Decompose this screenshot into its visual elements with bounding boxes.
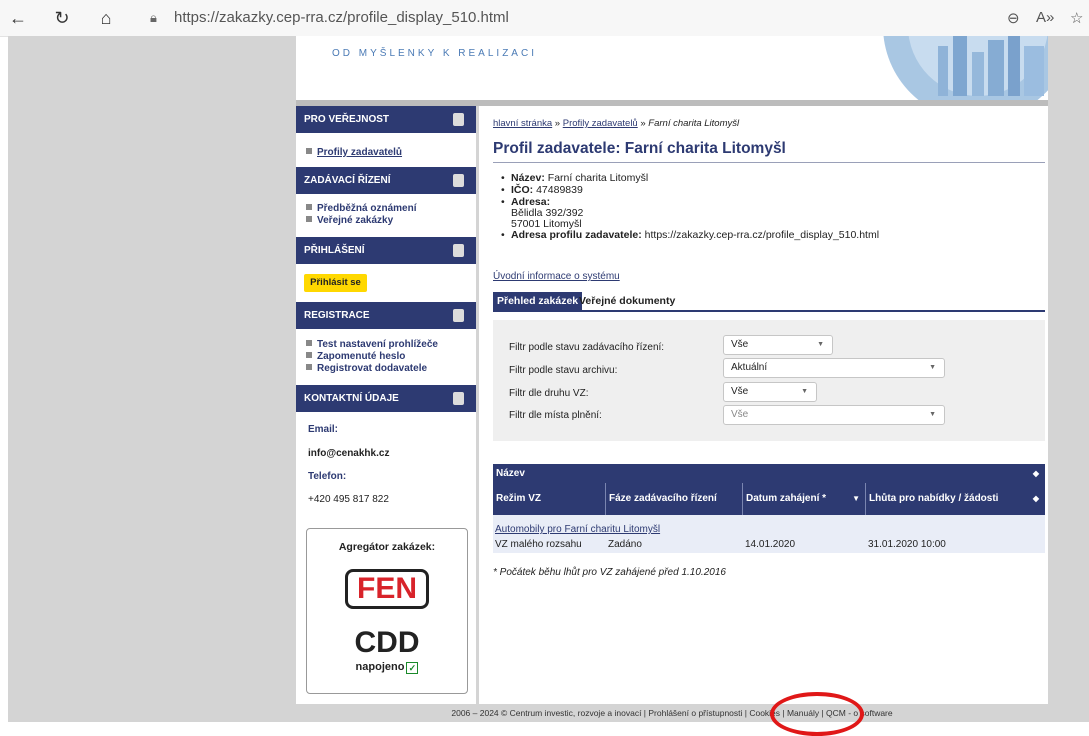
table-header-name[interactable]: Název ◆	[493, 464, 1045, 483]
back-icon[interactable]: ←	[8, 8, 28, 28]
filter-stav-rizeni-select[interactable]: Vše ▼	[723, 335, 833, 355]
filter-druh-vz-select[interactable]: Vše ▼	[723, 382, 817, 402]
cell-faze: Zadáno	[608, 539, 642, 550]
col-lhuta[interactable]: Lhůta pro nabídky / žádosti ◆	[865, 483, 1045, 515]
browser-toolbar: ← ↻ ⌂ 🔒︎ https://zakazky.cep-rra.cz/prof…	[0, 0, 1089, 37]
sidebar-section-registrace: REGISTRACE	[296, 302, 476, 329]
header-banner-image	[883, 36, 1048, 100]
cdd-napojeno: napojeno ✓	[307, 661, 467, 674]
breadcrumb: hlavní stránka » Profily zadavatelů » Fa…	[493, 118, 740, 129]
sidebar-item-profily[interactable]: Profily zadavatelů	[306, 147, 402, 158]
sidebar-section-prihlaseni: PŘIHLÁŠENÍ	[296, 237, 476, 264]
lock-icon	[453, 244, 464, 257]
sidebar-item-registrovat[interactable]: Registrovat dodavatele	[306, 363, 427, 374]
footnote: * Počátek běhu lhůt pro VZ zahájené před…	[493, 567, 726, 578]
table-row: Automobily pro Farní charitu Litomyšl VZ…	[493, 515, 1045, 553]
email-value: info@cenakhk.cz	[308, 448, 390, 459]
breadcrumb-profiles[interactable]: Profily zadavatelů	[563, 118, 638, 129]
tab-bar: Přehled zakázek Veřejné dokumenty	[493, 292, 1045, 312]
site-header: OD MYŠLENKY K REALIZACI	[296, 36, 1048, 100]
contact-icon	[453, 392, 464, 405]
url-text: https://zakazky.cep-rra.cz/profile_displ…	[174, 9, 509, 26]
favorite-star-icon[interactable]: ☆	[1070, 9, 1083, 27]
red-highlight-circle	[770, 692, 864, 736]
sort-icon[interactable]: ◆	[1033, 464, 1039, 483]
edit-icon	[453, 174, 464, 187]
page-footer[interactable]: 2006 – 2024 © Centrum investic, rozvoje …	[296, 708, 1048, 718]
chevron-down-icon: ▼	[929, 411, 936, 418]
sidebar-section-kontakt: KONTAKTNÍ ÚDAJE	[296, 385, 476, 412]
filter-panel: Filtr podle stavu zadávacího řízení: Vše…	[493, 320, 1045, 441]
fen-logo[interactable]: FEN	[345, 569, 429, 609]
filter-misto-plneni-select[interactable]: Vše ▼	[723, 405, 945, 425]
tab-verejne-dokumenty[interactable]: Veřejné dokumenty	[575, 292, 679, 310]
page-info-icon[interactable]: 🔒︎	[150, 6, 164, 30]
chevron-down-icon: ▼	[929, 364, 936, 371]
aggregator-box: Agregátor zakázek: FEN CDD napojeno ✓	[306, 528, 468, 694]
sidebar: PRO VEŘEJNOST Profily zadavatelů ZADÁVAC…	[296, 106, 476, 704]
sidebar-item-zapomenute[interactable]: Zapomenuté heslo	[306, 351, 405, 362]
cell-datum: 14.01.2020	[745, 539, 796, 550]
filter-label-stav-rizeni: Filtr podle stavu zadávacího řízení:	[509, 342, 665, 353]
sidebar-section-zadavaci: ZADÁVACÍ ŘÍZENÍ	[296, 167, 476, 194]
breadcrumb-current: Farní charita Litomyšl	[648, 118, 740, 129]
tab-prehled-zakazek[interactable]: Přehled zakázek	[493, 292, 583, 310]
aggregator-title: Agregátor zakázek:	[338, 541, 436, 553]
col-rezim-vz[interactable]: Režim VZ	[493, 483, 605, 515]
profile-ico: • IČO: 47489839	[501, 184, 583, 196]
cell-lhuta: 31.01.2020 10:00	[868, 539, 946, 550]
sidebar-section-verejnost: PRO VEŘEJNOST	[296, 106, 476, 133]
col-faze[interactable]: Fáze zadávacího řízení	[605, 483, 742, 515]
email-label: Email:	[308, 424, 339, 435]
sidebar-item-predbezna[interactable]: Předběžná oznámení	[306, 203, 416, 214]
chevron-down-icon: ▼	[817, 341, 824, 348]
filter-stav-archivu-select[interactable]: Aktuální ▼	[723, 358, 945, 378]
cdd-logo[interactable]: CDD	[307, 627, 467, 659]
address-bar[interactable]: 🔒︎ https://zakazky.cep-rra.cz/profile_di…	[150, 6, 1050, 30]
filter-label-druh-vz: Filtr dle druhu VZ:	[509, 388, 589, 399]
zoom-icon[interactable]: ⊖	[1007, 9, 1020, 27]
phone-value: +420 495 817 822	[308, 494, 389, 505]
read-aloud-icon[interactable]: A»	[1036, 9, 1054, 26]
cell-rezim: VZ malého rozsahu	[495, 539, 582, 550]
page-title: Profil zadavatele: Farní charita Litomyš…	[493, 140, 1045, 163]
sort-icon[interactable]: ◆	[1033, 483, 1039, 515]
register-icon	[453, 309, 464, 322]
filter-label-stav-archivu: Filtr podle stavu archivu:	[509, 365, 618, 376]
login-button[interactable]: Přihlásit se	[304, 274, 367, 292]
sidebar-item-test[interactable]: Test nastavení prohlížeče	[306, 339, 438, 350]
home-icon[interactable]: ⌂	[96, 8, 116, 28]
breadcrumb-home[interactable]: hlavní stránka	[493, 118, 552, 129]
profile-url: • Adresa profilu zadavatele: https://zaka…	[501, 229, 880, 241]
phone-label: Telefon:	[308, 471, 347, 482]
col-datum-zahajeni[interactable]: Datum zahájení * ▼	[742, 483, 865, 515]
users-icon	[453, 113, 464, 126]
sidebar-item-verejne-zakazky[interactable]: Veřejné zakázky	[306, 215, 393, 226]
filter-label-misto-plneni: Filtr dle místa plnění:	[509, 410, 602, 421]
check-icon: ✓	[406, 662, 419, 674]
chevron-down-icon: ▼	[801, 388, 808, 395]
table-header-row: Režim VZ Fáze zadávacího řízení Datum za…	[493, 483, 1045, 515]
intro-info-link[interactable]: Úvodní informace o systému	[493, 271, 620, 282]
profile-name: • Název: Farní charita Litomyšl	[501, 172, 649, 184]
sort-down-icon[interactable]: ▼	[852, 483, 860, 515]
site-slogan: OD MYŠLENKY K REALIZACI	[332, 48, 537, 59]
contract-link[interactable]: Automobily pro Farní charitu Litomyšl	[495, 524, 660, 535]
main-content: hlavní stránka » Profily zadavatelů » Fa…	[479, 106, 1048, 704]
refresh-icon[interactable]: ↻	[52, 8, 72, 28]
